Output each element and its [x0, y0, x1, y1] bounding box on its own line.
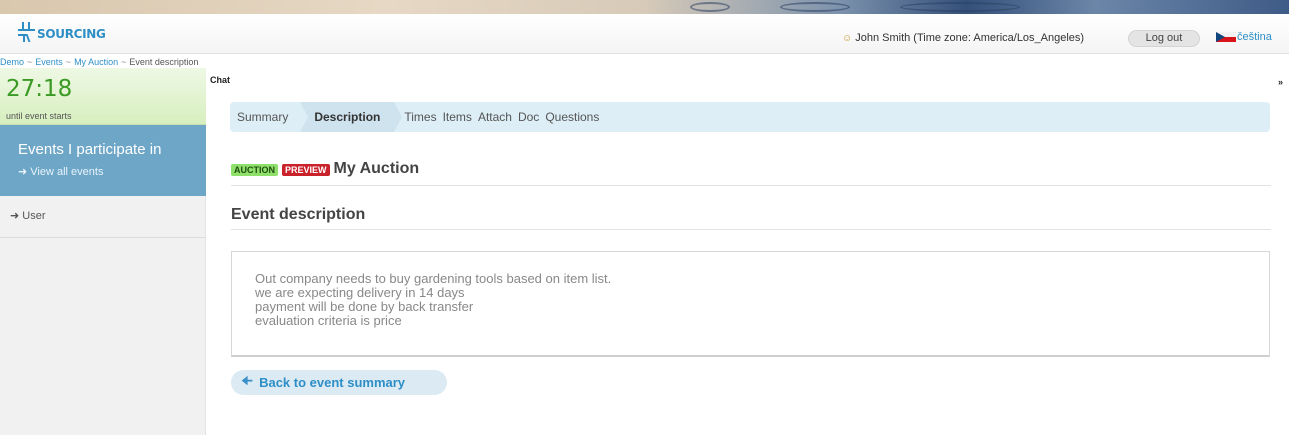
- description-line: Out company needs to buy gardening tools…: [255, 271, 612, 286]
- tab-items[interactable]: Items: [443, 110, 472, 124]
- countdown-caption: until event starts: [6, 111, 72, 121]
- czech-flag-icon: [1216, 32, 1236, 42]
- view-all-events-link[interactable]: ➜ View all events: [18, 165, 103, 178]
- event-description-box: Out company needs to buy gardening tools…: [231, 251, 1270, 357]
- countdown-box: 27:18 until event starts: [0, 68, 206, 125]
- logo-icon: [18, 22, 36, 42]
- user-info[interactable]: ☺ John Smith (Time zone: America/Los_Ang…: [842, 32, 1084, 44]
- sidebar-item-user-label: User: [22, 210, 46, 222]
- description-line: we are expecting delivery in 14 days: [255, 285, 465, 300]
- logout-button[interactable]: Log out: [1128, 30, 1200, 47]
- user-icon: ☺: [842, 32, 853, 44]
- tab-times[interactable]: Times: [404, 110, 436, 124]
- top-header: SOURCING ☺ John Smith (Time zone: Americ…: [0, 14, 1289, 54]
- breadcrumb: Demo ~ Events ~ My Auction ~ Event description: [0, 57, 198, 67]
- breadcrumb-current: Event description: [129, 57, 199, 67]
- breadcrumb-my-auction[interactable]: My Auction: [74, 57, 118, 67]
- tab-description[interactable]: Description: [300, 102, 403, 132]
- logo-text: SOURCING: [37, 27, 106, 41]
- chat-label: Chat: [210, 75, 230, 85]
- chat-expand-icon[interactable]: »: [1278, 77, 1283, 87]
- sidebar: 27:18 until event starts Events I partic…: [0, 68, 206, 435]
- tab-summary[interactable]: Summary: [237, 110, 300, 124]
- section-title: Event description: [231, 206, 1271, 230]
- description-line: payment will be done by back transfer: [255, 299, 474, 314]
- view-all-events-label: View all events: [30, 166, 104, 178]
- arrow-left-icon: 🠈: [241, 372, 254, 388]
- breadcrumb-separator: ~: [65, 57, 72, 67]
- back-to-summary-button[interactable]: 🠈 Back to event summary: [231, 370, 447, 395]
- preview-badge: PREVIEW: [282, 164, 330, 176]
- breadcrumb-separator: ~: [121, 57, 127, 67]
- event-title-row: AUCTION PREVIEW My Auction: [231, 160, 1271, 186]
- countdown-timer: 27:18: [6, 76, 73, 102]
- header-banner: [0, 0, 1289, 14]
- breadcrumb-demo[interactable]: Demo: [0, 57, 24, 67]
- events-panel: Events I participate in ➜ View all event…: [0, 125, 206, 196]
- logo[interactable]: SOURCING: [18, 22, 106, 42]
- tab-questions[interactable]: Questions: [545, 110, 599, 124]
- event-tabs: Summary Description Times Items Attach D…: [230, 102, 1270, 132]
- sidebar-divider: [0, 237, 206, 238]
- breadcrumb-events[interactable]: Events: [35, 57, 63, 67]
- user-name: John Smith (Time zone: America/Los_Angel…: [855, 32, 1085, 44]
- arrow-right-icon: ➜: [18, 166, 28, 178]
- chat-bar[interactable]: Chat »: [207, 75, 1289, 89]
- language-switch[interactable]: čeština: [1216, 31, 1272, 43]
- page-title: My Auction: [333, 160, 420, 177]
- tab-doc[interactable]: Doc: [518, 110, 539, 124]
- banner-decoration: [900, 2, 1020, 12]
- description-line: evaluation criteria is price: [255, 313, 402, 328]
- breadcrumb-separator: ~: [27, 57, 33, 67]
- banner-decoration: [690, 2, 730, 12]
- sidebar-item-user[interactable]: ➜ User: [10, 209, 46, 222]
- arrow-right-icon: ➜: [10, 210, 20, 222]
- tab-attach[interactable]: Attach: [478, 110, 512, 124]
- banner-decoration: [780, 2, 850, 12]
- auction-badge: AUCTION: [231, 164, 278, 176]
- back-to-summary-label: Back to event summary: [259, 375, 406, 390]
- events-title: Events I participate in: [18, 141, 162, 158]
- language-label: čeština: [1237, 31, 1272, 43]
